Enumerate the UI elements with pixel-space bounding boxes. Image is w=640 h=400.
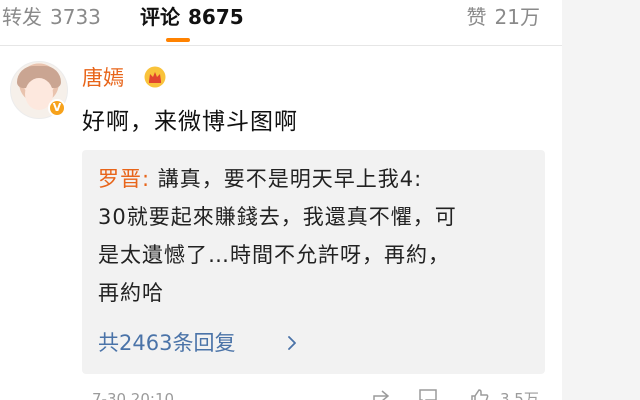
right-gutter [562, 0, 640, 400]
reply-line-1: 罗晋: 講真，要不是明天早上我4: [98, 164, 422, 194]
tab-repost[interactable]: 转发 3733 [2, 4, 101, 30]
crown-icon [144, 66, 166, 88]
reply-line-4: 再約哈 [98, 281, 164, 305]
username[interactable]: 唐嫣 [82, 64, 124, 92]
tab-like-count: 21万 [494, 5, 540, 29]
tab-bar: 转发 3733 评论 8675 赞 21万 [0, 0, 562, 44]
comment-icon[interactable] [418, 388, 438, 400]
like-icon[interactable] [470, 388, 490, 400]
reply-line-3: 是太遺憾了…時間不允許呀，再約， [98, 243, 450, 267]
chevron-right-icon[interactable] [286, 336, 298, 350]
reply-author[interactable]: 罗晋: [98, 167, 150, 191]
tab-like[interactable]: 赞 21万 [467, 4, 540, 30]
tab-comment[interactable]: 评论 8675 [140, 4, 244, 30]
more-replies-link[interactable]: 共2463条回复 [98, 328, 235, 358]
active-tab-indicator [166, 38, 190, 42]
tab-repost-count: 3733 [50, 5, 101, 29]
tab-divider [0, 45, 562, 46]
timestamp: 7-30 20:10 [92, 390, 175, 400]
verified-icon: V [48, 99, 66, 117]
comment-panel: 转发 3733 评论 8675 赞 21万 V 唐嫣 好啊，来微博斗图啊 罗晋: 講真… [0, 0, 562, 400]
comment-like-count: 3.5万 [500, 390, 539, 400]
tab-comment-label: 评论 [140, 5, 180, 29]
tab-repost-label: 转发 [2, 5, 42, 29]
tab-comment-count: 8675 [188, 5, 244, 29]
share-icon[interactable] [372, 388, 390, 400]
comment-footer: 7-30 20:10 3.5万 [0, 386, 562, 400]
comment-text: 好啊，来微博斗图啊 [82, 109, 298, 135]
reply-line-2: 30就要起來賺錢去，我還真不懼，可 [98, 205, 457, 229]
reply-box[interactable]: 罗晋: 講真，要不是明天早上我4: 30就要起來賺錢去，我還真不懼，可 是太遺憾… [82, 150, 545, 374]
tab-like-label: 赞 [466, 5, 487, 29]
reply-text-1: 講真，要不是明天早上我4: [150, 167, 423, 191]
